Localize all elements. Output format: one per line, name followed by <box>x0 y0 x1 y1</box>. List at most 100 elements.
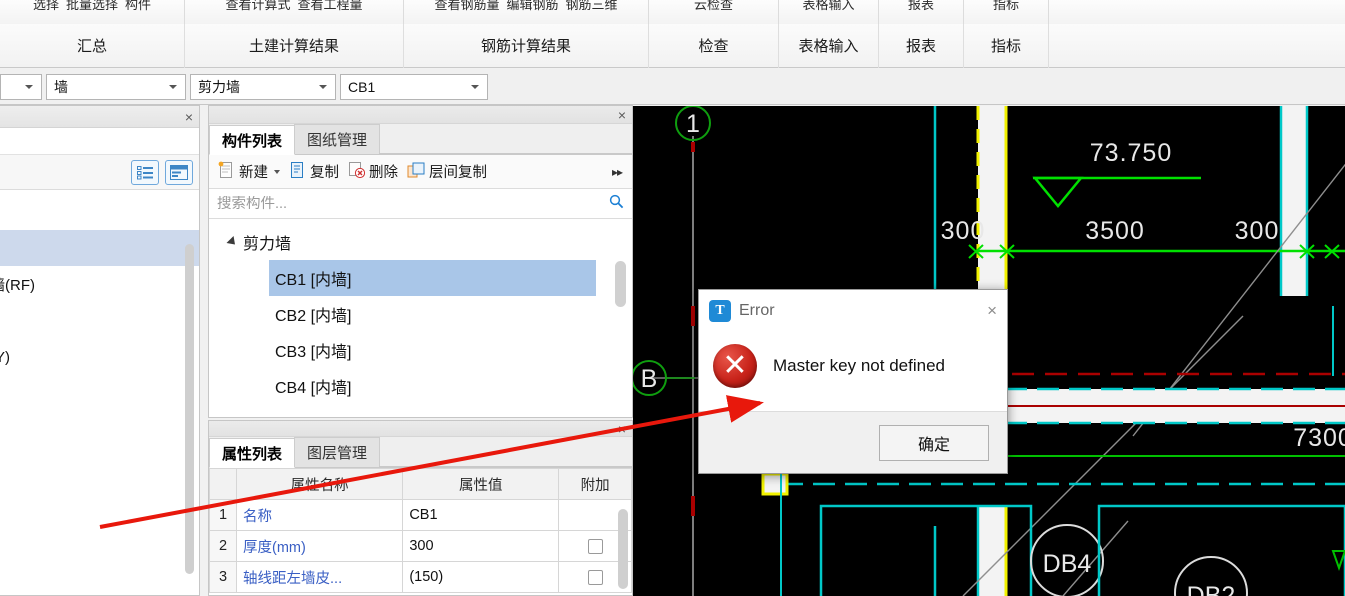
component-type-scrollbar[interactable] <box>185 244 194 574</box>
property-value[interactable]: CB1 <box>402 499 560 531</box>
ribbon-tab-filler <box>1049 24 1345 68</box>
component-list-toolbar[interactable]: 新建 复制 删除 层间复制 ▸▸ <box>209 155 632 189</box>
toolbar-command[interactable]: 复制 <box>286 159 342 185</box>
svg-text:7300: 7300 <box>1293 424 1345 452</box>
component-type-item[interactable]: 剪力墙(Q) <box>0 230 199 266</box>
dropdown-2[interactable]: 墙 <box>46 73 186 100</box>
app-logo-icon: T <box>709 299 731 322</box>
error-dialog-footer: 确定 <box>699 411 1007 473</box>
close-icon[interactable]: × <box>618 108 626 122</box>
ribbon-command[interactable]: 云检查 <box>694 0 733 13</box>
property-value[interactable]: 300 <box>402 530 560 562</box>
ribbon-group: 查看钢筋量 编辑钢筋 钢筋三维 <box>404 0 649 24</box>
property-row[interactable]: 1 名称 CB1 <box>208 499 632 531</box>
ribbon-command[interactable]: 钢筋三维 <box>566 0 618 13</box>
tree-leaf-node[interactable]: CB2 [内墙] <box>269 296 596 332</box>
svg-text:300: 300 <box>1235 217 1280 245</box>
component-type-item[interactable]: 砌体墙(Q) <box>0 302 199 338</box>
ribbon-tab[interactable]: 报表 <box>879 23 964 68</box>
component-search-row[interactable] <box>209 189 632 219</box>
chevron-down-icon[interactable] <box>319 84 327 89</box>
ribbon-tab[interactable]: 钢筋计算结果 <box>404 23 649 68</box>
property-table-header: 属性名称 属性值 附加 <box>208 468 632 500</box>
ribbon-command[interactable]: 指标 <box>993 0 1019 13</box>
ribbon-command[interactable]: 批量选择 <box>66 0 118 13</box>
toolbar-command[interactable]: 删除 <box>345 159 401 185</box>
ribbon-tab[interactable]: 指标 <box>964 23 1049 68</box>
close-icon[interactable]: × <box>185 110 193 124</box>
toolbar-command-label: 层间复制 <box>429 165 487 181</box>
detail-view-icon[interactable] <box>165 159 193 185</box>
component-type-item[interactable]: 人防门框墙(RF) <box>0 266 199 302</box>
chevron-down-icon[interactable] <box>25 84 33 89</box>
ribbon-command[interactable]: 报表 <box>908 0 934 13</box>
dropdown-1[interactable] <box>0 73 42 100</box>
toolbar-overflow-icon[interactable]: ▸▸ <box>612 165 626 179</box>
ribbon-tab-strip[interactable]: 汇总 土建计算结果 钢筋计算结果 检查 表格输入 报表 指标 <box>0 23 1345 68</box>
dropdown-4[interactable]: CB1 <box>340 73 488 100</box>
checkbox[interactable] <box>587 569 603 585</box>
component-panel-tab[interactable]: 图纸管理 <box>294 124 381 154</box>
ok-button[interactable]: 确定 <box>879 424 989 461</box>
ribbon-command[interactable]: 选择 <box>33 0 59 13</box>
property-panel-tabs[interactable]: 属性列表 图层管理 <box>209 437 632 468</box>
property-row-index: 3 <box>208 561 238 593</box>
delete-icon <box>348 161 366 183</box>
search-icon[interactable] <box>609 194 624 214</box>
search-input[interactable] <box>217 195 609 212</box>
component-type-item[interactable]: 砌体加筋(Y) <box>0 338 199 374</box>
property-row[interactable]: 3 轴线距左墙皮... (150) <box>208 561 632 593</box>
property-panel-titlebar: × <box>209 421 632 437</box>
component-list-tabs[interactable]: 构件列表 图纸管理 <box>209 124 632 155</box>
property-panel-tab[interactable]: 属性列表 <box>209 438 296 468</box>
ribbon-command[interactable]: 表格输入 <box>802 0 854 13</box>
ribbon-command[interactable]: 构件 <box>125 0 151 13</box>
list-view-icon[interactable] <box>131 159 159 185</box>
close-icon[interactable]: × <box>618 422 626 436</box>
chevron-down-icon[interactable] <box>274 169 280 174</box>
component-type-item[interactable]: 保温墙(Q) <box>0 374 199 410</box>
component-type-item[interactable]: 暗梁(A) <box>0 410 199 446</box>
toolbar-command[interactable]: 新建 <box>215 159 283 185</box>
ribbon-command-row: 选择 批量选择 构件 查看计算式 查看工程量 查看钢筋量 编辑钢筋 钢筋三维 云检查 表格输入 报表… <box>0 0 1345 24</box>
ribbon-command[interactable]: 查看钢筋量 <box>434 0 499 13</box>
toolbar-command[interactable]: 层间复制 <box>404 159 490 185</box>
ribbon-tab[interactable]: 土建计算结果 <box>185 23 404 68</box>
tree-leaf-node[interactable]: CB3 [内墙] <box>269 332 596 368</box>
expand-triangle-icon[interactable] <box>226 235 239 249</box>
ribbon-tab[interactable]: 汇总 <box>0 23 185 68</box>
close-icon[interactable]: × <box>987 302 997 319</box>
dropdown-3[interactable]: 剪力墙 <box>190 73 336 100</box>
property-row[interactable]: 2 厚度(mm) 300 <box>208 530 632 562</box>
ribbon-command[interactable]: 编辑钢筋 <box>506 0 558 13</box>
ribbon-tab[interactable]: 检查 <box>649 23 779 68</box>
ribbon-tab[interactable]: 表格输入 <box>779 23 879 68</box>
component-type-panel: × (RF)) <box>0 105 200 596</box>
tree-leaf-node[interactable]: CB4 [内墙] <box>269 368 596 404</box>
toolbar-command-label: 新建 <box>239 165 268 181</box>
property-value[interactable]: (150) <box>402 561 560 593</box>
component-type-view-toggles <box>0 155 199 190</box>
ribbon-command[interactable]: 查看计算式 <box>225 0 290 13</box>
property-table-scrollbar[interactable] <box>618 509 628 589</box>
chevron-down-icon[interactable] <box>471 84 479 89</box>
component-type-list[interactable]: 剪力墙(Q)人防门框墙(RF)砌体墙(Q)砌体加筋(Y)保温墙(Q)暗梁(A)墙… <box>0 230 199 595</box>
ribbon-group: 指标 <box>964 0 1049 24</box>
property-panel-tab[interactable]: 图层管理 <box>294 437 381 467</box>
component-type-header: 构件类型 <box>0 190 199 230</box>
component-type-panel-titlebar: × <box>0 106 199 128</box>
tree-group-label: 剪力墙 <box>243 236 292 253</box>
component-tree[interactable]: 剪力墙 CB1 [内墙] CB2 [内墙] CB3 [内墙] CB4 [内墙] <box>209 219 632 417</box>
property-row-index: 2 <box>208 530 238 562</box>
tree-group-node[interactable]: 剪力墙 <box>209 224 632 260</box>
component-tree-scrollbar[interactable] <box>615 261 626 307</box>
tree-leaf-node[interactable]: CB1 [内墙] <box>269 260 596 296</box>
svg-text:DB2: DB2 <box>1187 582 1236 596</box>
chevron-down-icon[interactable] <box>169 84 177 89</box>
checkbox[interactable] <box>587 538 603 554</box>
ribbon-command[interactable]: 查看工程量 <box>298 0 363 13</box>
component-type-search-row[interactable] <box>0 128 199 155</box>
dropdown-value: CB1 <box>348 78 376 95</box>
component-type-item[interactable]: 墙垛(E) <box>0 446 199 482</box>
component-panel-tab[interactable]: 构件列表 <box>209 125 296 155</box>
